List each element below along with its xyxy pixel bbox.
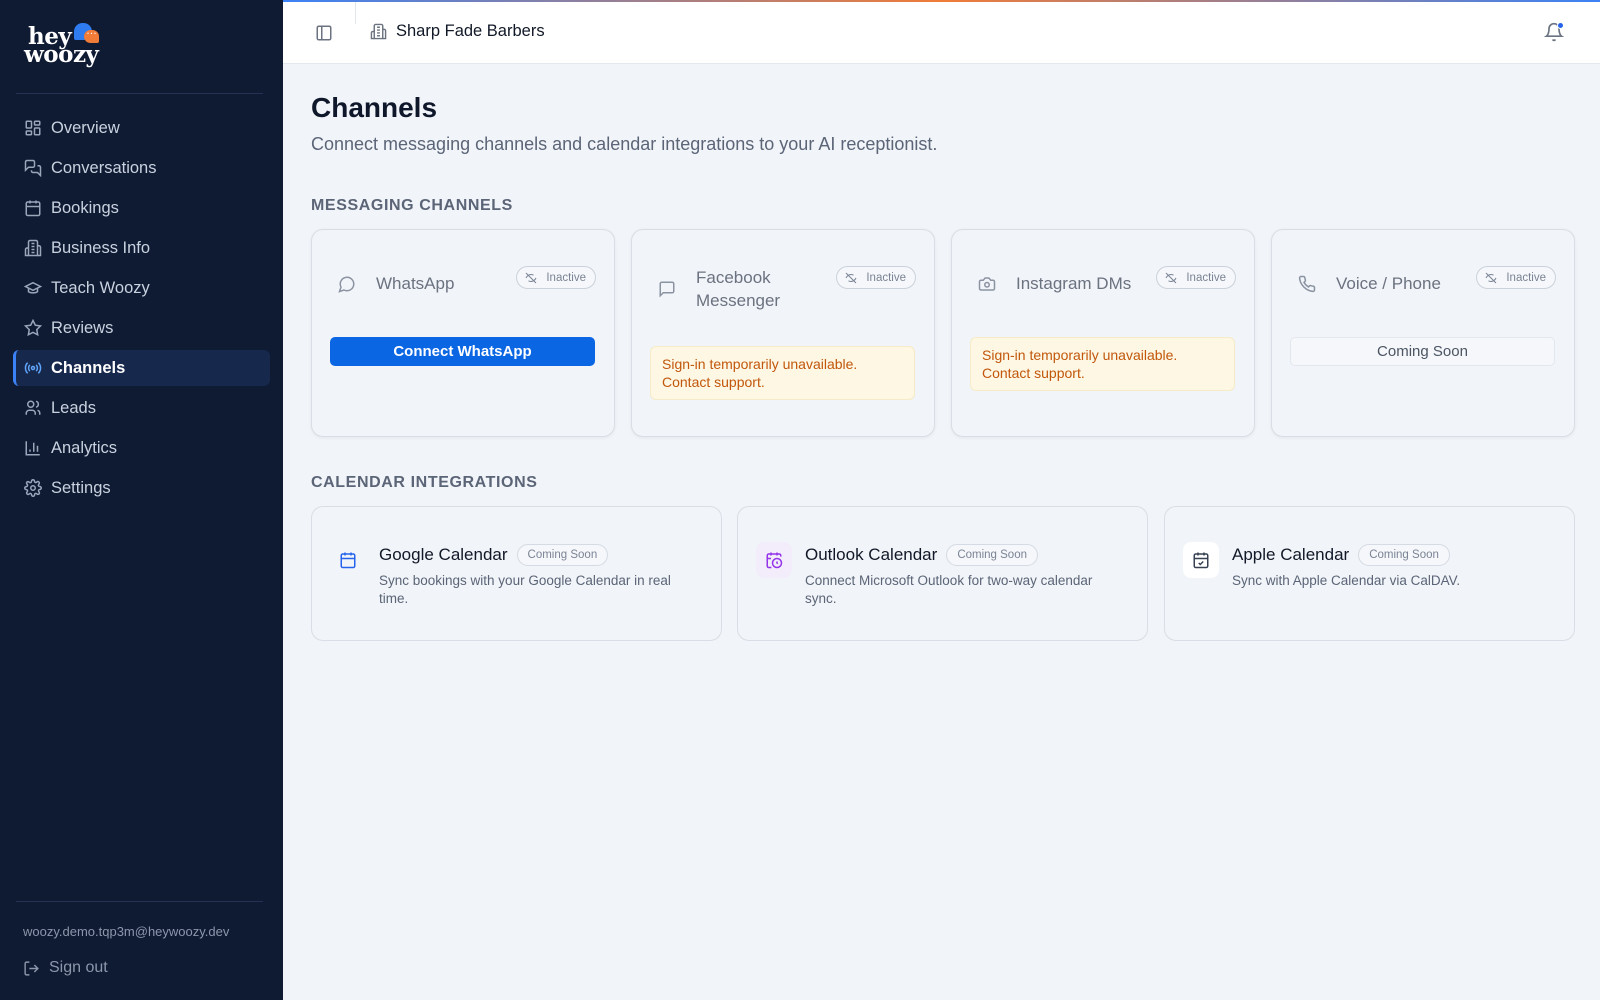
logo-text-line2: woozy (24, 41, 99, 68)
calendar-section-label: CALENDAR INTEGRATIONS (311, 474, 538, 491)
calendar-icon (24, 199, 42, 217)
sidebar-divider (16, 901, 263, 902)
sidebar-item-label: Bookings (51, 198, 119, 217)
eye-off-icon (1165, 272, 1177, 283)
sidebar-item-label: Leads (51, 398, 96, 417)
calendar-name: Outlook Calendar (805, 545, 938, 564)
calendar-description: Connect Microsoft Outlook for two-way ca… (805, 573, 1093, 606)
messaging-section-label: MESSAGING CHANNELS (311, 197, 513, 214)
sidebar-item-label: Analytics (51, 438, 118, 457)
channel-card-whatsapp: WhatsApp Inactive Connect WhatsApp (311, 229, 615, 437)
channel-card-facebook-messenger: Facebook Messenger Inactive Sign-in temp… (631, 229, 935, 437)
sidebar-item-bookings[interactable]: Bookings (13, 190, 270, 226)
heywoozy-logo[interactable]: hey woozy (24, 20, 114, 72)
broadcast-icon (24, 359, 42, 377)
users-icon (24, 399, 42, 417)
header-accent-line (283, 0, 1600, 2)
sidebar-item-label: Reviews (51, 318, 114, 337)
status-badge: Inactive (836, 266, 916, 289)
message-square-icon (659, 281, 675, 298)
user-email: woozy.demo.tqp3m@heywoozy.dev (23, 924, 230, 939)
sidebar-item-label: Teach Woozy (51, 278, 150, 297)
page-subtitle: Connect messaging channels and calendar … (311, 134, 938, 154)
sidebar-item-label: Channels (51, 358, 126, 377)
status-badge: Inactive (1156, 266, 1236, 289)
building-icon (24, 239, 42, 257)
coming-soon-badge: Coming Soon (516, 544, 609, 566)
channel-name: Instagram DMs (1016, 274, 1132, 293)
sidebar-item-conversations[interactable]: Conversations (13, 150, 270, 186)
eye-off-icon (525, 272, 537, 283)
sidebar-item-overview[interactable]: Overview (13, 110, 270, 146)
header-divider (355, 2, 356, 24)
status-badge-label: Inactive (1506, 271, 1546, 284)
sidebar-item-teach-woozy[interactable]: Teach Woozy (13, 270, 270, 306)
eye-off-icon (845, 272, 857, 283)
page-title: Channels (311, 92, 438, 123)
chat-icon (24, 159, 42, 177)
star-icon (24, 319, 42, 337)
calendar-card-google: Google Calendar Coming Soon Sync booking… (311, 506, 722, 641)
calendar-description: Sync with Apple Calendar via CalDAV. (1232, 573, 1461, 588)
channel-card-instagram: Instagram DMs Inactive Sign-in temporari… (951, 229, 1255, 437)
status-badge-label: Inactive (866, 271, 906, 284)
calendar-card-apple: Apple Calendar Coming Soon Sync with App… (1164, 506, 1575, 641)
sidebar: hey woozy Overview Conversations Booking… (0, 0, 283, 1000)
notifications-button[interactable] (1543, 22, 1565, 42)
sidebar-item-label: Business Info (51, 238, 151, 257)
coming-soon-badge: Coming Soon (1358, 544, 1450, 566)
calendar-title-row: Google Calendar Coming Soon (379, 544, 609, 566)
status-badge-label: Inactive (546, 271, 586, 284)
sidebar-item-reviews[interactable]: Reviews (13, 310, 270, 346)
sidebar-item-label: Settings (51, 478, 111, 497)
bar-chart-icon (24, 439, 42, 457)
sidebar-item-settings[interactable]: Settings (13, 470, 270, 506)
apple-calendar-icon (1183, 542, 1219, 578)
connect-whatsapp-button[interactable]: Connect WhatsApp (330, 337, 595, 366)
sign-out-icon (24, 960, 39, 976)
channel-name: WhatsApp (376, 274, 455, 293)
coming-soon-button: Coming Soon (1290, 337, 1555, 366)
status-badge-label: Inactive (1186, 271, 1226, 284)
sidebar-nav: Overview Conversations Bookings Business… (13, 110, 270, 510)
notification-dot (1557, 22, 1564, 29)
calendar-description: Sync bookings with your Google Calendar … (379, 573, 671, 606)
channel-card-voice-phone: Voice / Phone Inactive Coming Soon (1271, 229, 1575, 437)
status-badge: Inactive (1476, 266, 1556, 289)
sidebar-divider (16, 93, 263, 94)
sidebar-item-business-info[interactable]: Business Info (13, 230, 270, 266)
eye-off-icon (1485, 272, 1497, 283)
status-badge: Inactive (516, 266, 596, 289)
calendar-title-row: Outlook Calendar Coming Soon (805, 544, 1038, 566)
sign-out-button[interactable]: Sign out (23, 959, 108, 977)
calendar-name: Apple Calendar (1232, 545, 1350, 564)
sidebar-item-leads[interactable]: Leads (13, 390, 270, 426)
sidebar-item-label: Conversations (51, 158, 157, 177)
building-icon (370, 23, 387, 40)
business-name: Sharp Fade Barbers (370, 22, 545, 41)
sidebar-toggle-icon[interactable] (315, 24, 333, 42)
sidebar-item-label: Overview (51, 118, 120, 137)
graduation-cap-icon (24, 279, 42, 297)
calendar-name: Google Calendar (379, 545, 508, 564)
channel-name: Voice / Phone (1336, 274, 1441, 293)
calendar-card-outlook: Outlook Calendar Coming Soon Connect Mic… (737, 506, 1148, 641)
outlook-calendar-icon (756, 542, 792, 578)
sidebar-item-channels[interactable]: Channels (13, 350, 270, 386)
signin-unavailable-notice: Sign-in temporarily unavailable. Contact… (650, 346, 915, 400)
dashboard-icon (24, 119, 42, 137)
calendar-title-row: Apple Calendar Coming Soon (1232, 544, 1450, 566)
top-header: Sharp Fade Barbers (283, 0, 1600, 64)
phone-icon (1298, 275, 1316, 293)
business-name-label: Sharp Fade Barbers (396, 22, 545, 40)
camera-icon (978, 277, 996, 291)
coming-soon-badge: Coming Soon (946, 544, 1038, 566)
sidebar-item-analytics[interactable]: Analytics (13, 430, 270, 466)
sign-out-label: Sign out (49, 959, 108, 976)
channel-name: Facebook Messenger (696, 268, 781, 310)
signin-unavailable-notice: Sign-in temporarily unavailable. Contact… (970, 337, 1235, 391)
message-circle-icon (338, 276, 355, 293)
gear-icon (24, 479, 42, 497)
google-calendar-icon (330, 542, 366, 578)
